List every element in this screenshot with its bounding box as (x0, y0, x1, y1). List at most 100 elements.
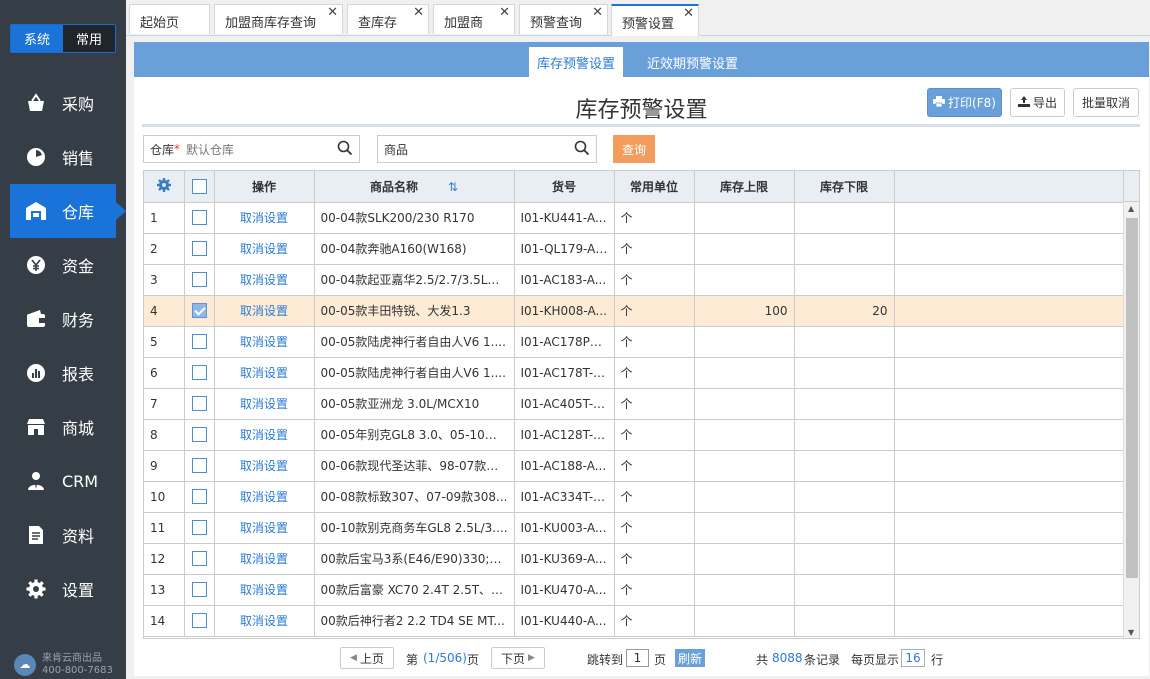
subtab-expiry-alert[interactable]: 近效期预警设置 (639, 47, 746, 77)
cancel-setting-link[interactable]: 取消设置 (240, 304, 288, 318)
tab-check-stock[interactable]: 查库存 ✕ (347, 4, 429, 34)
close-icon[interactable]: ✕ (327, 5, 338, 20)
select-all-header[interactable] (184, 171, 215, 203)
close-icon[interactable]: ✕ (683, 6, 694, 21)
sidebar-item[interactable]: 资料 (0, 508, 126, 562)
upper-limit-cell[interactable] (694, 233, 795, 265)
row-select-cell[interactable] (184, 264, 215, 296)
lower-limit-cell[interactable] (794, 264, 895, 296)
tab-alert-query[interactable]: 预警查询 ✕ (519, 4, 608, 34)
row-select-cell[interactable] (184, 543, 215, 575)
lower-limit-cell[interactable] (794, 326, 895, 358)
table-row[interactable]: 9 取消设置 00-06款现代圣达菲、98-07款索... I01-AC188-A..… (144, 450, 1125, 482)
mode-system-button[interactable]: 系统 (11, 25, 63, 52)
upper-limit-cell[interactable] (694, 326, 795, 358)
jump-page-input[interactable]: 1 (626, 649, 649, 667)
tab-franchise-stock-query[interactable]: 加盟商库存查询 ✕ (214, 4, 343, 34)
refresh-button[interactable]: 刷新 (675, 649, 706, 667)
table-row[interactable]: 12 取消设置 00款后宝马3系(E46/E90)330;宝... I01-KU369… (144, 543, 1125, 575)
cancel-setting-link[interactable]: 取消设置 (240, 459, 288, 473)
cancel-setting-link[interactable]: 取消设置 (240, 552, 288, 566)
upper-limit-cell[interactable]: 100 (694, 295, 795, 327)
lower-limit-cell[interactable] (794, 357, 895, 389)
cancel-setting-link[interactable]: 取消设置 (240, 428, 288, 442)
row-checkbox[interactable] (191, 427, 207, 442)
batch-cancel-button[interactable]: 批量取消 (1073, 88, 1139, 117)
row-select-cell[interactable] (184, 574, 215, 606)
prev-page-button[interactable]: ◀ 上页 (340, 647, 394, 669)
sidebar-item[interactable]: 设置 (0, 562, 126, 616)
row-checkbox[interactable] (191, 210, 207, 225)
lower-limit-cell[interactable] (794, 574, 895, 606)
sidebar-item[interactable]: 商城 (0, 400, 126, 454)
sidebar-item[interactable]: 采购 (0, 76, 126, 130)
column-settings-header[interactable] (144, 171, 185, 203)
cancel-setting-link[interactable]: 取消设置 (240, 366, 288, 380)
tab-alert-settings[interactable]: 预警设置 ✕ (611, 4, 699, 36)
upper-limit-cell[interactable] (694, 357, 795, 389)
row-checkbox[interactable] (191, 241, 207, 256)
scroll-thumb[interactable] (1126, 218, 1138, 578)
row-select-cell[interactable] (184, 605, 215, 637)
table-row[interactable]: 1 取消设置 00-04款SLK200/230 R170 I01-KU441-A...… (144, 202, 1125, 234)
row-select-cell[interactable] (184, 450, 215, 482)
gear-icon[interactable] (156, 177, 172, 196)
warehouse-field[interactable]: 仓库 * 默认仓库 (143, 135, 360, 163)
table-row[interactable]: 14 取消设置 00款后神行者2 2.2 TD4 SE MT... I01-KU440… (144, 605, 1125, 637)
lower-limit-cell[interactable] (794, 388, 895, 420)
table-row[interactable]: 8 取消设置 00-05年别克GL8 3.0、05-10年... I01-AC128T… (144, 419, 1125, 451)
table-row[interactable]: 11 取消设置 00-10款别克商务车GL8 2.5L/3.... I01-KU003… (144, 512, 1125, 544)
row-select-cell[interactable] (184, 233, 215, 265)
upper-limit-cell[interactable] (694, 264, 795, 296)
row-select-cell[interactable] (184, 419, 215, 451)
row-select-cell[interactable] (184, 202, 215, 234)
row-checkbox[interactable] (191, 272, 207, 287)
row-select-cell[interactable] (184, 388, 215, 420)
upper-limit-cell[interactable] (694, 481, 795, 513)
row-select-cell[interactable] (184, 326, 215, 358)
upper-limit-cell[interactable] (694, 543, 795, 575)
cancel-setting-link[interactable]: 取消设置 (240, 397, 288, 411)
table-row[interactable]: 10 取消设置 00-08款标致307、07-09款308... I01-AC334T… (144, 481, 1125, 513)
subtab-stock-alert[interactable]: 库存预警设置 (529, 47, 624, 77)
sidebar-item[interactable]: CRM (0, 454, 126, 508)
lower-limit-cell[interactable] (794, 233, 895, 265)
table-row[interactable]: 13 取消设置 00款后富豪 XC70 2.4T 2.5T、0... I01-KU47… (144, 574, 1125, 606)
sort-icon[interactable]: ⇅ (448, 180, 458, 194)
mode-common-button[interactable]: 常用 (63, 25, 115, 52)
row-checkbox[interactable] (191, 458, 207, 473)
select-all-checkbox[interactable] (191, 178, 207, 194)
sidebar-item[interactable]: 报表 (0, 346, 126, 400)
row-checkbox[interactable] (191, 582, 207, 597)
cancel-setting-link[interactable]: 取消设置 (240, 273, 288, 287)
cancel-setting-link[interactable]: 取消设置 (240, 583, 288, 597)
sidebar-item[interactable]: 仓库 (10, 184, 126, 238)
per-page-input[interactable]: 16 (901, 649, 925, 667)
row-select-cell[interactable] (184, 357, 215, 389)
lower-limit-cell[interactable] (794, 512, 895, 544)
row-select-cell[interactable] (184, 481, 215, 513)
row-checkbox[interactable] (191, 520, 207, 535)
table-row[interactable]: 5 取消设置 00-05款陆虎神行者自由人V6 1.... I01-AC178PT-.… (144, 326, 1125, 358)
close-icon[interactable]: ✕ (413, 5, 424, 20)
sidebar-item[interactable]: 资金 (0, 238, 126, 292)
scroll-up-icon[interactable]: ▲ (1128, 204, 1134, 213)
upper-limit-cell[interactable] (694, 419, 795, 451)
upper-limit-cell[interactable] (694, 574, 795, 606)
table-row[interactable]: 4 取消设置 00-05款丰田特锐、大发1.3 I01-KH008-A... 个 100 2… (144, 295, 1125, 327)
query-button[interactable]: 查询 (613, 135, 655, 163)
cancel-setting-link[interactable]: 取消设置 (240, 211, 288, 225)
row-select-cell[interactable] (184, 512, 215, 544)
upper-limit-cell[interactable] (694, 388, 795, 420)
lower-limit-cell[interactable] (794, 419, 895, 451)
row-checkbox[interactable] (191, 613, 207, 628)
lower-limit-cell[interactable] (794, 543, 895, 575)
cancel-setting-link[interactable]: 取消设置 (240, 490, 288, 504)
header-name[interactable]: 商品名称 ⇅ (314, 171, 515, 203)
upper-limit-cell[interactable] (694, 450, 795, 482)
row-checkbox[interactable] (191, 551, 207, 566)
row-checkbox[interactable] (191, 365, 207, 380)
print-button[interactable]: 打印(F8) (927, 88, 1002, 117)
row-checkbox[interactable] (191, 489, 207, 504)
lower-limit-cell[interactable] (794, 202, 895, 234)
